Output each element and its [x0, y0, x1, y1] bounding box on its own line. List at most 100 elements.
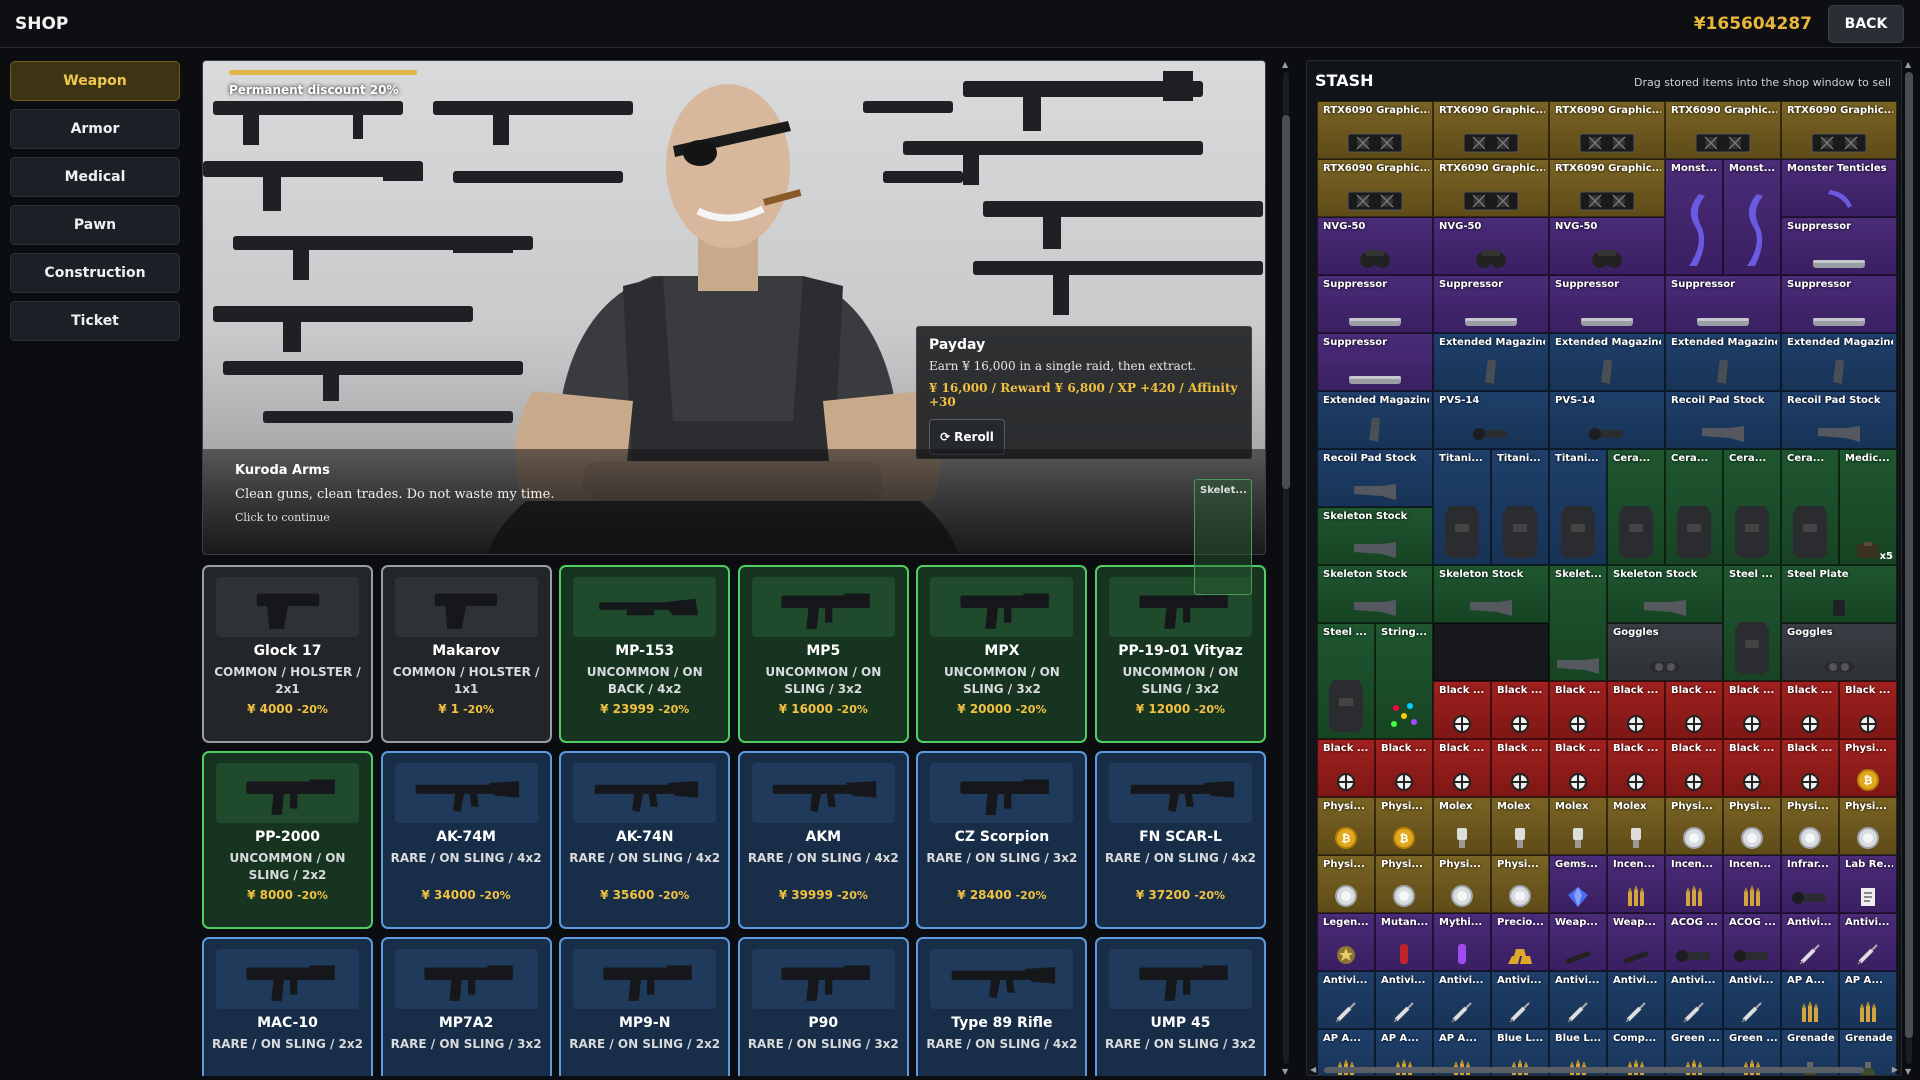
shop-item-card[interactable]: MP9-N RARE / ON SLING / 2x2: [559, 937, 731, 1076]
scroll-down-icon[interactable]: ▼: [1282, 1067, 1288, 1076]
stash-item[interactable]: NVG-50: [1433, 217, 1549, 275]
stash-item[interactable]: Black ...: [1665, 739, 1723, 797]
stash-item[interactable]: Suppressor: [1781, 275, 1897, 333]
scroll-thumb[interactable]: [1905, 72, 1913, 1038]
stash-item[interactable]: RTX6090 Graphic...: [1433, 101, 1549, 159]
stash-item[interactable]: RTX6090 Graphic...: [1549, 159, 1665, 217]
stash-item[interactable]: Black ...: [1433, 739, 1491, 797]
stash-item[interactable]: Steel Plate: [1781, 565, 1897, 623]
stash-item[interactable]: Cera...: [1781, 449, 1839, 565]
stash-item[interactable]: Recoil Pad Stock: [1317, 449, 1433, 507]
stash-item[interactable]: Black ...: [1839, 681, 1897, 739]
stash-item[interactable]: Monst...: [1723, 159, 1781, 275]
shop-item-card[interactable]: UMP 45 RARE / ON SLING / 3x2: [1095, 937, 1266, 1076]
back-button[interactable]: BACK: [1828, 5, 1904, 43]
stash-item[interactable]: [1433, 623, 1549, 681]
stash-item[interactable]: Steel ...: [1723, 565, 1781, 681]
stash-item[interactable]: Incen...: [1665, 855, 1723, 913]
stash-item[interactable]: PVS-14: [1549, 391, 1665, 449]
stash-item[interactable]: Incen...: [1607, 855, 1665, 913]
stash-item[interactable]: Lab Re...: [1839, 855, 1897, 913]
stash-item[interactable]: NVG-50: [1549, 217, 1665, 275]
stash-item[interactable]: Extended Magazine: [1549, 333, 1665, 391]
shop-item-card[interactable]: Glock 17 COMMON / HOLSTER / 2x1 ¥ 4000 -20%: [202, 565, 373, 743]
stash-item[interactable]: RTX6090 Graphic...: [1317, 159, 1433, 217]
stash-item[interactable]: Weap...: [1607, 913, 1665, 971]
stash-item[interactable]: Cera...: [1665, 449, 1723, 565]
stash-item[interactable]: RTX6090 Graphic...: [1549, 101, 1665, 159]
category-pawn[interactable]: Pawn: [10, 205, 180, 245]
stash-item[interactable]: Extended Magazine: [1665, 333, 1781, 391]
shop-item-card[interactable]: PP-2000 UNCOMMON / ON SLING / 2x2 ¥ 8000 -2…: [202, 751, 373, 929]
stash-item[interactable]: Cera...: [1607, 449, 1665, 565]
stash-item[interactable]: Black ...: [1375, 739, 1433, 797]
stash-item[interactable]: RTX6090 Graphic...: [1781, 101, 1897, 159]
shop-item-card[interactable]: Type 89 Rifle RARE / ON SLING / 4x2: [916, 937, 1088, 1076]
scroll-up-icon[interactable]: ▲: [1282, 60, 1288, 69]
stash-item[interactable]: Medic... x5: [1839, 449, 1897, 565]
shop-scrollbar[interactable]: ▲ ▼: [1280, 60, 1292, 1076]
shop-item-card[interactable]: CZ Scorpion RARE / ON SLING / 3x2 ¥ 28400-…: [916, 751, 1088, 929]
stash-item[interactable]: Black ...: [1781, 739, 1839, 797]
stash-item[interactable]: Physi... ₿: [1839, 739, 1897, 797]
stash-item[interactable]: Black ...: [1549, 681, 1607, 739]
scroll-down-icon[interactable]: ▼: [1905, 1067, 1911, 1076]
stash-item[interactable]: Antivi...: [1549, 971, 1607, 1029]
stash-item[interactable]: Mythi...: [1433, 913, 1491, 971]
shop-item-card[interactable]: P90 RARE / ON SLING / 3x2: [737, 937, 909, 1076]
stash-item[interactable]: Skeleton Stock: [1607, 565, 1723, 623]
stash-item[interactable]: Physi... ₿: [1317, 797, 1375, 855]
stash-item[interactable]: Black ...: [1491, 681, 1549, 739]
stash-item[interactable]: Suppressor: [1433, 275, 1549, 333]
stash-item[interactable]: Weap...: [1549, 913, 1607, 971]
stash-item[interactable]: Precio...: [1491, 913, 1549, 971]
stash-item[interactable]: Titani...: [1549, 449, 1607, 565]
stash-item[interactable]: Goggles: [1607, 623, 1723, 681]
category-medical[interactable]: Medical: [10, 157, 180, 197]
vendor-dialog[interactable]: Kuroda Arms Clean guns, clean trades. Do…: [203, 449, 1265, 554]
stash-item[interactable]: Black ...: [1723, 681, 1781, 739]
stash-item[interactable]: NVG-50: [1317, 217, 1433, 275]
stash-item[interactable]: Skeleton Stock: [1317, 565, 1433, 623]
stash-item[interactable]: PVS-14: [1433, 391, 1549, 449]
stash-item[interactable]: Antivi...: [1665, 971, 1723, 1029]
stash-scrollbar[interactable]: ▲ ▼: [1903, 60, 1915, 1076]
stash-item[interactable]: Antivi...: [1317, 971, 1375, 1029]
stash-item[interactable]: Black ...: [1665, 681, 1723, 739]
stash-item[interactable]: Antivi...: [1607, 971, 1665, 1029]
stash-item[interactable]: Molex: [1607, 797, 1665, 855]
scroll-thumb[interactable]: [1282, 115, 1290, 489]
shop-item-card[interactable]: AK-74N RARE / ON SLING / 4x2 ¥ 35600 -20%: [559, 751, 731, 929]
stash-item[interactable]: Suppressor: [1549, 275, 1665, 333]
stash-item[interactable]: Extended Magazine: [1317, 391, 1433, 449]
scroll-right-icon[interactable]: ▶: [1892, 1065, 1898, 1074]
stash-item[interactable]: Goggles: [1781, 623, 1897, 681]
stash-item[interactable]: Physi...: [1839, 797, 1897, 855]
stash-item[interactable]: Steel ...: [1317, 623, 1375, 739]
stash-item[interactable]: Molex: [1549, 797, 1607, 855]
stash-item[interactable]: RTX6090 Graphic...: [1433, 159, 1549, 217]
stash-item[interactable]: RTX6090 Graphic...: [1317, 101, 1433, 159]
stash-item[interactable]: String...: [1375, 623, 1433, 739]
stash-item[interactable]: Suppressor: [1317, 333, 1433, 391]
stash-item[interactable]: Molex: [1433, 797, 1491, 855]
stash-item[interactable]: RTX6090 Graphic...: [1665, 101, 1781, 159]
stash-item[interactable]: Mutan...: [1375, 913, 1433, 971]
stash-item[interactable]: Antivi...: [1375, 971, 1433, 1029]
shop-item-card[interactable]: AKM RARE / ON SLING / 4x2 ¥ 39999 -20%: [737, 751, 909, 929]
vendor-portrait-panel[interactable]: Permanent discount 20% Payday Earn ¥ 16,…: [202, 60, 1266, 555]
stash-item[interactable]: Extended Magazine: [1781, 333, 1897, 391]
scroll-thumb[interactable]: [1324, 1067, 1864, 1073]
stash-item[interactable]: Black ...: [1491, 739, 1549, 797]
stash-item[interactable]: Physi...: [1433, 855, 1491, 913]
stash-item[interactable]: Black ...: [1723, 739, 1781, 797]
stash-item[interactable]: ACOG ...: [1723, 913, 1781, 971]
stash-item[interactable]: ACOG ...: [1665, 913, 1723, 971]
category-weapon[interactable]: Weapon: [10, 61, 180, 101]
stash-item[interactable]: Black ...: [1607, 681, 1665, 739]
stash-item[interactable]: Titani...: [1491, 449, 1549, 565]
shop-item-card[interactable]: Makarov COMMON / HOLSTER / 1x1 ¥ 1 -20%: [380, 565, 552, 743]
stash-item[interactable]: Skelet...: [1549, 565, 1607, 681]
stash-item[interactable]: Physi... ₿: [1375, 797, 1433, 855]
stash-item[interactable]: AP A...: [1781, 971, 1839, 1029]
